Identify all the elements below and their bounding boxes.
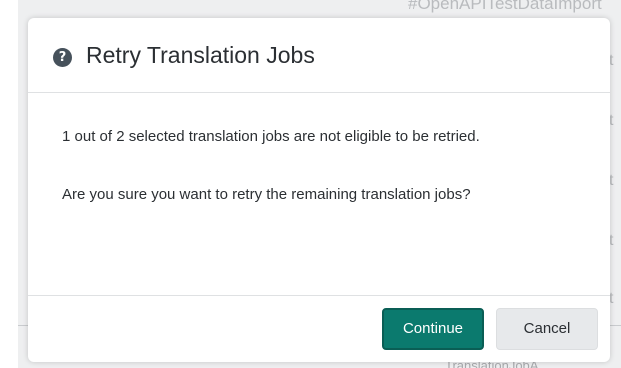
dialog-header: ? Retry Translation Jobs [28,18,610,93]
cancel-button[interactable]: Cancel [496,308,598,350]
continue-button[interactable]: Continue [382,308,484,350]
question-circle-icon: ? [53,48,72,67]
retry-dialog: ? Retry Translation Jobs 1 out of 2 sele… [28,18,610,362]
background-heading: #OpenAPITestDataImport [408,0,602,13]
dialog-title: Retry Translation Jobs [86,42,315,68]
dialog-message-eligibility: 1 out of 2 selected translation jobs are… [62,128,480,145]
dialog-message-confirm: Are you sure you want to retry the remai… [62,186,471,203]
dialog-footer: Continue Cancel [28,295,610,362]
dialog-body: 1 out of 2 selected translation jobs are… [62,122,562,209]
